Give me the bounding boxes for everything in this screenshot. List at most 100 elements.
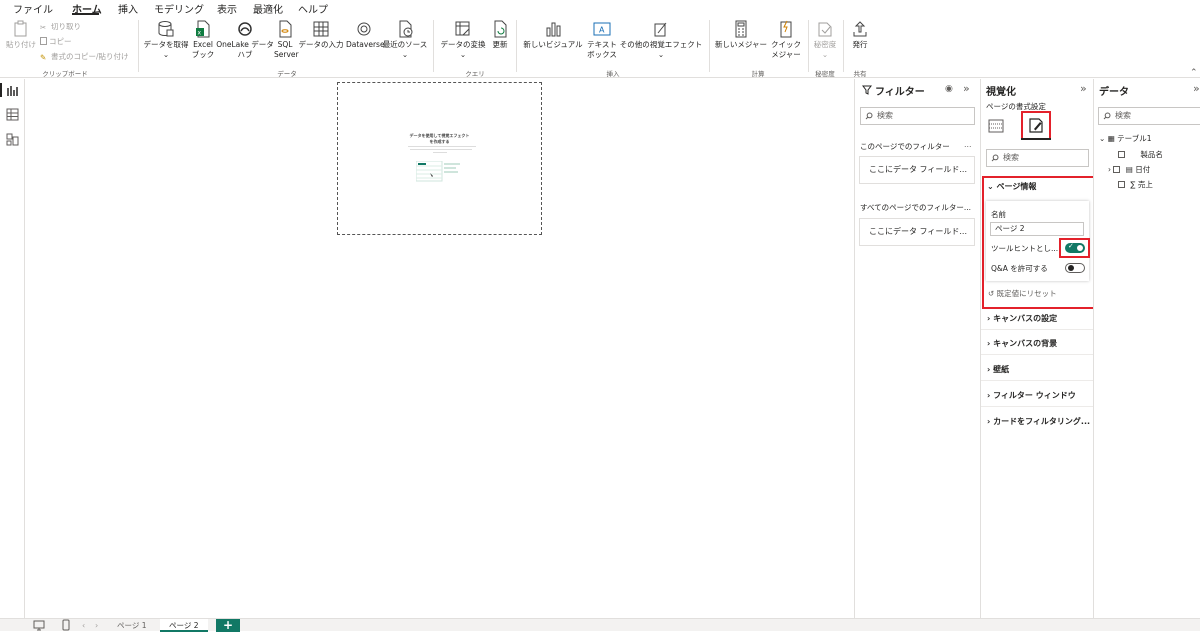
section-canvas-settings[interactable]: › キャンバスの設定 — [987, 313, 1057, 324]
new-measure-button[interactable]: 新しいメジャー — [713, 20, 769, 50]
tooltip-toggle-highlight — [1059, 238, 1090, 258]
section-filter-pane[interactable]: › フィルター ウィンドウ — [987, 390, 1076, 401]
paste-button[interactable]: 貼り付け — [4, 20, 38, 50]
paste-icon — [14, 20, 27, 37]
refresh-button[interactable]: 更新 — [489, 20, 511, 50]
data-group-label: データ — [277, 70, 297, 78]
search-icon — [1103, 112, 1111, 120]
divider — [138, 20, 139, 72]
report-page[interactable]: データを使用して視覚エフェクト を作成する — [337, 82, 542, 235]
viz-search-input[interactable]: 検索 — [986, 149, 1089, 167]
divider — [981, 406, 1094, 407]
collapse-ribbon-icon[interactable]: ⌃ — [1190, 68, 1198, 78]
quick-measure-button[interactable]: クイック メジャー — [769, 20, 803, 60]
menu-optimize[interactable]: 最適化 — [253, 1, 283, 16]
menu-insert[interactable]: 挿入 — [118, 1, 138, 16]
get-data-button[interactable]: データを取得 ⌄ — [142, 20, 190, 60]
page-info-header[interactable]: ⌄ ページ情報 — [987, 181, 1036, 192]
menu-view[interactable]: 表示 — [217, 1, 237, 16]
cut-button[interactable]: ✂ 切り取り — [40, 22, 81, 32]
format-painter-button[interactable]: ✎ 書式のコピー/貼り付け — [40, 52, 129, 62]
divider — [808, 20, 809, 72]
divider — [516, 20, 517, 72]
brush-icon: ✎ — [40, 53, 47, 62]
format-page-icon[interactable] — [1028, 117, 1045, 134]
desktop-layout-icon[interactable] — [33, 620, 45, 631]
qa-toggle-label: Q&A を許可する — [991, 264, 1048, 273]
collapse-pane-icon[interactable]: » — [1080, 82, 1087, 95]
menu-bar: ファイル ホーム 挿入 モデリング 表示 最適化 ヘルプ — [0, 0, 1200, 16]
reset-default-button[interactable]: ↺ 既定値にリセット — [988, 288, 1057, 299]
active-tab-underline — [1021, 138, 1051, 140]
filter-search-input[interactable]: 検索 — [860, 107, 975, 125]
view-switcher-rail — [0, 79, 25, 619]
chevron-down-icon: ⌄ — [401, 50, 409, 59]
add-page-button[interactable]: + — [216, 619, 240, 632]
placeholder-description — [408, 146, 476, 147]
model-view-icon[interactable] — [6, 133, 19, 146]
section-filter-cards[interactable]: › カードをフィルタリング... — [987, 416, 1090, 427]
filter-icon — [862, 85, 872, 95]
dataverse-icon — [357, 22, 371, 36]
new-visual-button[interactable]: 新しいビジュアル — [520, 20, 586, 50]
onelake-button[interactable]: OneLake データ ハブ — [216, 20, 274, 60]
field-product-name[interactable]: 製品名 — [1118, 149, 1163, 160]
next-page-icon[interactable]: › — [95, 621, 98, 630]
this-page-drop-zone[interactable]: ここにデータ フィールド... — [859, 156, 975, 184]
dataverse-button[interactable]: Dataverse — [346, 20, 385, 50]
all-pages-filters-label: すべてのページでのフィルター... — [860, 203, 972, 212]
eye-icon[interactable]: ◉ — [945, 84, 953, 94]
menu-modeling[interactable]: モデリング — [154, 1, 204, 16]
field-checkbox[interactable] — [1118, 151, 1125, 158]
data-search-input[interactable]: 検索 — [1098, 107, 1200, 125]
field-sales[interactable]: ∑ 売上 — [1118, 179, 1153, 190]
menu-help[interactable]: ヘルプ — [298, 1, 328, 16]
menu-file[interactable]: ファイル — [13, 1, 53, 16]
divider — [433, 20, 434, 72]
svg-text:x: x — [198, 30, 202, 37]
more-visuals-button[interactable]: その他の視覚エフェクト ⌄ — [618, 20, 704, 60]
page-tab-1[interactable]: ページ 1 — [108, 619, 156, 632]
field-date[interactable]: › ▤ 日付 — [1108, 164, 1150, 175]
textbox-icon: A — [593, 22, 611, 36]
tooltip-toggle-label: ツールヒントとし... — [991, 244, 1059, 253]
ribbon: 貼り付け ✂ 切り取り コピー ✎ 書式のコピー/貼り付け クリップボード データを… — [0, 16, 1200, 78]
transform-data-button[interactable]: データの変換 ⌄ — [437, 20, 489, 60]
section-wallpaper[interactable]: › 壁紙 — [987, 364, 1009, 375]
page-name-input[interactable]: ページ 2 — [990, 222, 1084, 236]
search-icon — [865, 112, 873, 120]
report-canvas[interactable]: データを使用して視覚エフェクト を作成する — [25, 79, 854, 619]
more-options-icon[interactable]: … — [964, 140, 972, 149]
collapse-pane-icon[interactable]: » — [1193, 82, 1200, 95]
table-view-icon[interactable] — [6, 108, 19, 121]
report-view-icon[interactable] — [6, 84, 19, 97]
mobile-layout-icon[interactable] — [62, 619, 70, 631]
all-pages-drop-zone[interactable]: ここにデータ フィールド... — [859, 218, 975, 246]
prev-page-icon[interactable]: ‹ — [82, 621, 85, 630]
expand-pane-icon[interactable]: » — [963, 82, 970, 95]
calculator-icon — [735, 20, 747, 38]
sensitivity-button[interactable]: 秘密度 ⌄ — [811, 20, 839, 60]
textbox-button[interactable]: A テキスト ボックス — [586, 20, 618, 60]
field-checkbox[interactable] — [1113, 166, 1121, 173]
more-visuals-icon — [654, 22, 667, 37]
table-node[interactable]: ⌄ ▦ テーブル1 — [1099, 133, 1152, 144]
recent-sources-button[interactable]: 最近のソース ⌄ — [382, 20, 428, 60]
copy-button[interactable]: コピー — [40, 37, 72, 47]
page-name-label: 名前 — [991, 210, 1006, 219]
sql-server-button[interactable]: SQL Server — [274, 20, 299, 60]
refresh-icon — [494, 20, 507, 38]
field-checkbox[interactable] — [1118, 181, 1125, 188]
table-icon — [313, 21, 329, 37]
enter-data-button[interactable]: データの入力 — [297, 20, 345, 50]
viz-pane-title: 視覚化 — [986, 87, 1016, 98]
page-tab-2[interactable]: ページ 2 — [160, 619, 208, 632]
section-canvas-background[interactable]: › キャンバスの背景 — [987, 338, 1057, 349]
sigma-icon: ∑ — [1130, 180, 1136, 189]
publish-button[interactable]: 発行 — [846, 20, 874, 50]
divider — [981, 380, 1094, 381]
qa-toggle[interactable] — [1065, 263, 1085, 273]
excel-button[interactable]: x Excel ブック — [191, 20, 215, 60]
chevron-down-icon: ⌄ — [459, 50, 467, 59]
build-visual-icon[interactable] — [988, 118, 1004, 134]
